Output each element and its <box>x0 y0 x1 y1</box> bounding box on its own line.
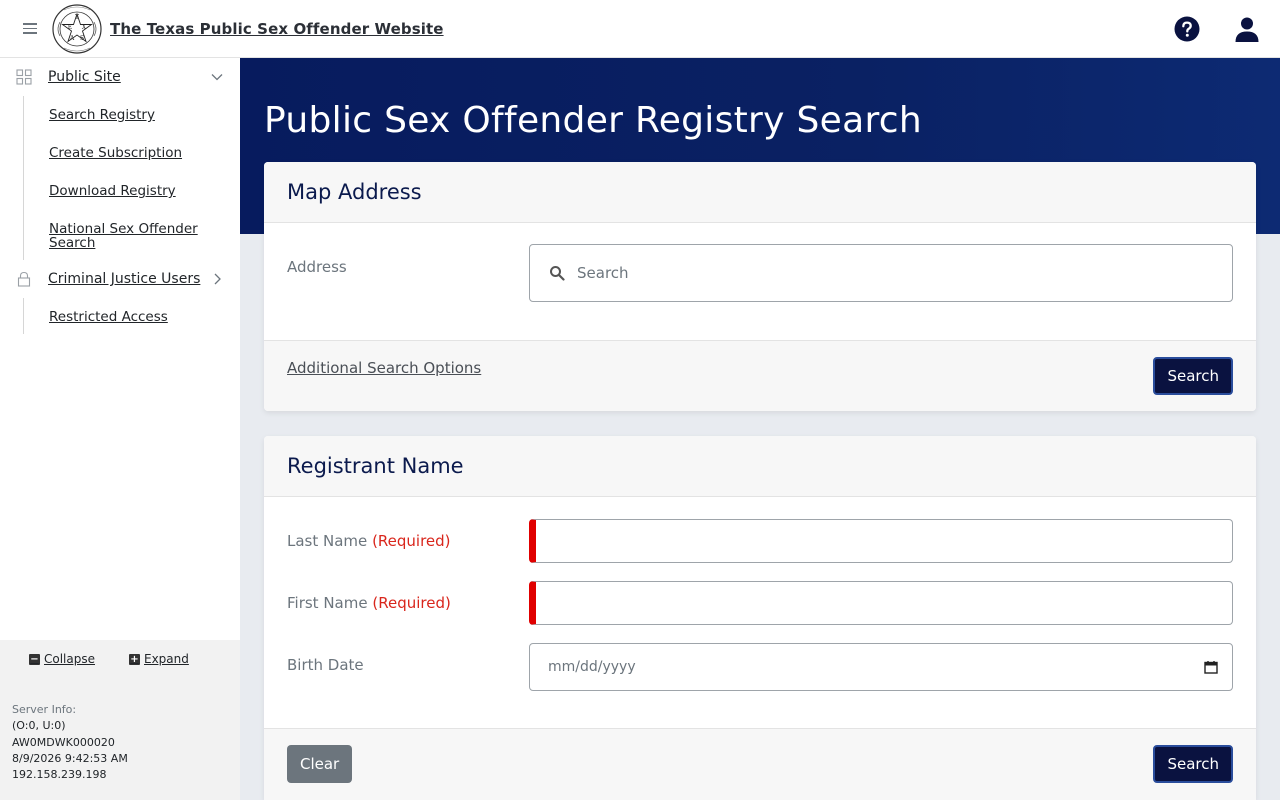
sidebar-item-download-registry[interactable]: Download Registry <box>24 184 240 198</box>
svg-text:T: T <box>75 14 79 21</box>
sidebar-item-search-registry[interactable]: Search Registry <box>24 108 240 122</box>
help-icon[interactable] <box>1174 16 1200 42</box>
svg-text:E: E <box>68 24 72 31</box>
last-name-label-text: Last Name <box>287 532 368 550</box>
sidebar-item-restricted-access[interactable]: Restricted Access <box>24 310 240 324</box>
site-title-link[interactable]: The Texas Public Sex Offender Website <box>110 20 444 38</box>
sidebar: Public Site Search Registry Create Subsc… <box>0 58 240 800</box>
server-info-line: AW0MDWK000020 <box>12 735 115 749</box>
map-address-search-button[interactable]: Search <box>1153 357 1233 395</box>
clear-button[interactable]: Clear <box>287 745 353 783</box>
svg-text:S: S <box>80 35 84 42</box>
svg-text:A: A <box>69 35 75 42</box>
hamburger-menu-icon[interactable] <box>23 23 37 34</box>
required-indicator: (Required) <box>372 594 451 612</box>
plus-box-icon: + <box>129 653 140 665</box>
map-address-card: Map Address Address Search Additional Se… <box>264 162 1256 411</box>
server-info: Server Info: (O:0, U:0) AW0MDWK000020 8/… <box>12 702 128 783</box>
required-indicator: (Required) <box>372 532 451 550</box>
server-info-line: (O:0, U:0) <box>12 719 66 733</box>
svg-text:X: X <box>82 24 87 31</box>
grid-icon <box>16 69 32 85</box>
map-address-title: Map Address <box>287 180 422 204</box>
user-account-icon[interactable] <box>1234 16 1260 42</box>
additional-search-options-link[interactable]: Additional Search Options <box>287 359 481 377</box>
sidebar-footer: − Collapse + Expand Server Info: (O:0, U… <box>0 640 240 800</box>
calendar-icon[interactable] <box>1204 660 1218 674</box>
nav-group-label: Public Site <box>48 69 121 85</box>
collapse-label: Collapse <box>44 652 95 666</box>
map-address-card-body: Address Search <box>264 223 1256 340</box>
nav-group-public-site: Public Site Search Registry Create Subsc… <box>0 58 240 260</box>
expand-button[interactable]: + Expand <box>129 652 189 666</box>
nav-group-label: Criminal Justice Users <box>48 271 201 287</box>
registrant-name-card-body: Last Name (Required) First Name (Require… <box>264 497 1256 728</box>
server-info-line: 192.158.239.198 <box>12 768 107 782</box>
registrant-name-card: Registrant Name Last Name (Required) Fir… <box>264 436 1256 800</box>
chevron-right-icon <box>214 273 221 285</box>
birth-date-placeholder: mm/dd/yyyy <box>548 659 636 675</box>
nav-children-public-site: Search Registry Create Subscription Down… <box>23 96 240 260</box>
search-icon <box>550 266 565 281</box>
server-info-label: Server Info: <box>12 703 77 716</box>
last-name-input[interactable] <box>529 519 1233 563</box>
nav-group-toggle-public-site[interactable]: Public Site <box>0 58 240 96</box>
nav-group-criminal-justice-users: Criminal Justice Users Restricted Access <box>0 260 240 334</box>
collapse-button[interactable]: − Collapse <box>29 652 95 666</box>
expand-label: Expand <box>144 652 189 666</box>
registrant-name-card-header: Registrant Name <box>264 436 1256 497</box>
address-search-placeholder: Search <box>577 264 629 282</box>
registrant-name-card-footer: Clear Search <box>264 728 1256 800</box>
first-name-label-text: First Name <box>287 594 368 612</box>
sidebar-item-create-subscription[interactable]: Create Subscription <box>24 146 240 160</box>
first-name-input[interactable] <box>529 581 1233 625</box>
first-name-label: First Name (Required) <box>287 594 451 612</box>
registrant-search-button[interactable]: Search <box>1153 745 1233 783</box>
map-address-card-header: Map Address <box>264 162 1256 223</box>
server-info-line: 8/9/2026 9:42:53 AM <box>12 751 128 765</box>
nav-children-criminal-justice-users: Restricted Access <box>23 298 240 334</box>
birth-date-input[interactable]: mm/dd/yyyy <box>529 643 1233 691</box>
lock-icon <box>17 271 31 287</box>
map-address-card-footer: Additional Search Options Search <box>264 340 1256 411</box>
nav-group-toggle-criminal-justice-users[interactable]: Criminal Justice Users <box>0 260 240 298</box>
address-label: Address <box>287 258 347 276</box>
chevron-down-icon <box>211 74 223 81</box>
sidebar-item-national-sex-offender-search[interactable]: National Sex Offender Search <box>24 222 199 260</box>
minus-box-icon: − <box>29 653 40 665</box>
birth-date-label: Birth Date <box>287 656 364 674</box>
page-title: Public Sex Offender Registry Search <box>264 100 922 141</box>
address-search-input[interactable]: Search <box>529 244 1233 302</box>
last-name-label: Last Name (Required) <box>287 532 451 550</box>
texas-seal-logo: T E X A S <box>52 3 102 54</box>
top-bar: T E X A S The Texas Public Sex Offender … <box>0 0 1280 58</box>
registrant-name-title: Registrant Name <box>287 454 464 478</box>
